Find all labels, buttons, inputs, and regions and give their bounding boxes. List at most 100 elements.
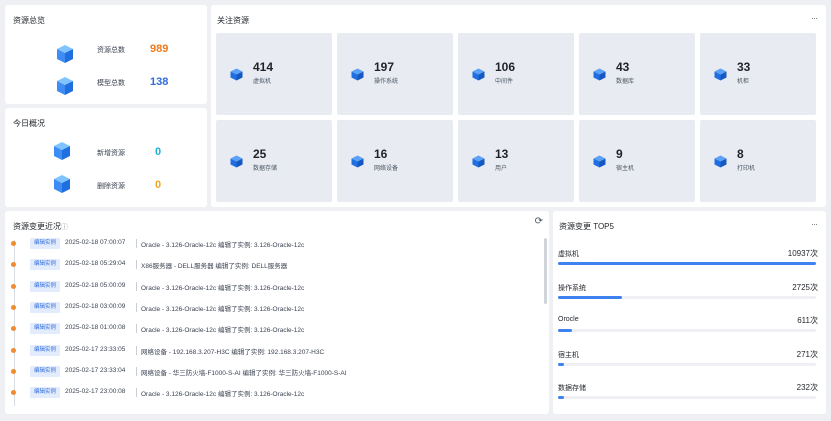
- log-time: 2025-02-17 23:33:04: [65, 366, 126, 374]
- top5-title: 资源变更 TOP5: [559, 222, 614, 231]
- tile-count: 8: [737, 147, 744, 161]
- today-title: 今日概况: [13, 119, 45, 128]
- log-time: 2025-02-18 03:00:09: [65, 302, 126, 310]
- top5-name: 数据存储: [558, 385, 586, 392]
- tile-label: 操作系统: [374, 79, 399, 85]
- edit-tag: 编辑实例: [30, 301, 61, 313]
- focus-title: 关注资源: [217, 16, 249, 25]
- focus-tile[interactable]: 8 打印机: [700, 120, 816, 202]
- log-time: 2025-02-18 05:00:09: [65, 281, 126, 289]
- tile-count: 106: [495, 60, 516, 74]
- timeline-dot: [11, 390, 16, 396]
- model-cube-icon: [57, 77, 73, 95]
- log-message: Oracle - 3.126-Oracle-12c 编辑了实例: 3.126-O…: [141, 391, 305, 399]
- cube-icon: [593, 155, 606, 168]
- top5-name: 操作系统: [558, 284, 586, 292]
- top5-row: 宿主机 271次: [558, 350, 818, 380]
- edit-tag: 编辑实例: [30, 323, 61, 335]
- divider: [136, 281, 137, 291]
- tile-label: 网络设备: [374, 166, 399, 172]
- top5-name: 宿主机: [558, 351, 579, 359]
- divider: [136, 345, 137, 355]
- progress-fill: [558, 396, 565, 399]
- tile-count: 9: [616, 147, 623, 161]
- list-item[interactable]: 编辑实例 2025-02-18 03:00:09 Oracle - 3.126-Or…: [0, 301, 520, 315]
- timeline-dot: [11, 283, 16, 289]
- focus-tile[interactable]: 106 中间件: [458, 33, 574, 115]
- divider: [136, 239, 137, 248]
- resource-cube-icon: [57, 45, 73, 63]
- total-resources-label: 资源总数: [97, 47, 125, 54]
- scrollbar[interactable]: [544, 238, 547, 304]
- overview-card: 资源总览 资源总数 989 模型总数 138: [5, 5, 207, 104]
- timeline-dot: [11, 304, 16, 310]
- edit-tag: 编辑实例: [30, 365, 61, 377]
- top5-row: 虚拟机 10937次: [558, 249, 818, 279]
- edit-tag: 编辑实例: [30, 344, 61, 356]
- recent-changes-title: 资源变更近况ⓘ: [13, 222, 68, 231]
- tile-label: 机柜: [737, 79, 750, 85]
- deleted-resources-label: 删除资源: [97, 183, 125, 190]
- top5-value: 611次: [797, 316, 818, 325]
- timeline-dot: [11, 326, 16, 332]
- progress-track: [558, 329, 816, 332]
- top5-value: 10937次: [787, 249, 818, 258]
- overview-title: 资源总览: [13, 16, 45, 25]
- tile-count: 13: [495, 147, 509, 161]
- focus-tile[interactable]: 9 宿主机: [579, 120, 695, 202]
- tile-label: 宿主机: [616, 166, 635, 172]
- list-item[interactable]: 编辑实例 2025-02-18 05:29:04 X86服务器 - DELL服务器 …: [0, 258, 520, 272]
- refresh-icon[interactable]: ⟳: [535, 216, 543, 227]
- tile-count: 43: [616, 60, 630, 74]
- progress-track: [558, 295, 816, 299]
- today-card: 今日概况 新增资源 0 删除资源 0: [5, 108, 207, 207]
- top5-name: Orocle: [558, 316, 579, 323]
- log-time: 2025-02-18 07:00:07: [65, 239, 126, 246]
- list-item[interactable]: 编辑实例 2025-02-17 23:33:05 网络设备 - 192.168.3.…: [0, 344, 520, 358]
- list-item[interactable]: 编辑实例 2025-02-18 01:00:08 Oracle - 3.126-Or…: [0, 322, 520, 336]
- cube-icon: [351, 68, 364, 81]
- tile-label: 数据库: [616, 79, 635, 85]
- progress-track: [558, 396, 816, 399]
- divider: [136, 260, 137, 270]
- cube-icon: [351, 155, 364, 168]
- focus-tile[interactable]: 414 虚拟机: [216, 33, 332, 115]
- timeline-dot: [11, 262, 16, 268]
- focus-tile[interactable]: 43 数据库: [579, 33, 695, 115]
- log-message: Oracle - 3.126-Oracle-12c 编辑了实例: 3.126-O…: [141, 242, 305, 249]
- focus-tile[interactable]: 33 机柜: [700, 33, 816, 115]
- cube-icon: [714, 68, 727, 81]
- top5-value: 2725次: [792, 282, 818, 292]
- top5-value: 232次: [796, 383, 818, 392]
- top5-more-icon[interactable]: ···: [811, 219, 818, 229]
- list-item[interactable]: 编辑实例 2025-02-17 23:33:04 网络设备 - 华三防火墙-F100…: [0, 365, 520, 379]
- tile-count: 197: [374, 60, 395, 74]
- tile-count: 414: [253, 60, 274, 74]
- focus-tile[interactable]: 197 操作系统: [337, 33, 453, 115]
- deleted-resources-value: 0: [155, 179, 162, 191]
- log-time: 2025-02-18 01:00:08: [65, 324, 126, 332]
- deleted-resource-icon: [54, 175, 70, 193]
- log-time: 2025-02-18 05:29:04: [65, 260, 126, 268]
- cube-icon: [472, 155, 485, 168]
- total-resources-value: 989: [150, 43, 169, 55]
- timeline-dot: [11, 241, 16, 246]
- top5-row: 数据存储 232次: [558, 383, 818, 413]
- list-item[interactable]: 编辑实例 2025-02-17 23:00:08 Oracle - 3.126-Or…: [0, 386, 520, 400]
- focus-tile[interactable]: 13 用户: [458, 120, 574, 202]
- edit-tag: 编辑实例: [30, 238, 61, 249]
- timeline-dot: [11, 347, 16, 353]
- focus-tile[interactable]: 25 数据存储: [216, 120, 332, 202]
- tile-label: 数据存储: [253, 166, 278, 172]
- progress-fill: [558, 329, 573, 332]
- list-item[interactable]: 编辑实例 2025-02-18 07:00:07 Oracle - 3.126-Or…: [0, 237, 520, 251]
- edit-tag: 编辑实例: [30, 259, 61, 271]
- list-item[interactable]: 编辑实例 2025-02-18 05:00:09 Oracle - 3.126-Or…: [0, 280, 520, 294]
- focus-tile[interactable]: 16 网络设备: [337, 120, 453, 202]
- more-icon[interactable]: ···: [811, 13, 818, 23]
- new-resources-label: 新增资源: [97, 150, 125, 157]
- tile-count: 16: [374, 147, 388, 161]
- new-resources-value: 0: [155, 146, 162, 158]
- info-icon[interactable]: ⓘ: [61, 224, 68, 231]
- top5-value: 271次: [796, 349, 818, 359]
